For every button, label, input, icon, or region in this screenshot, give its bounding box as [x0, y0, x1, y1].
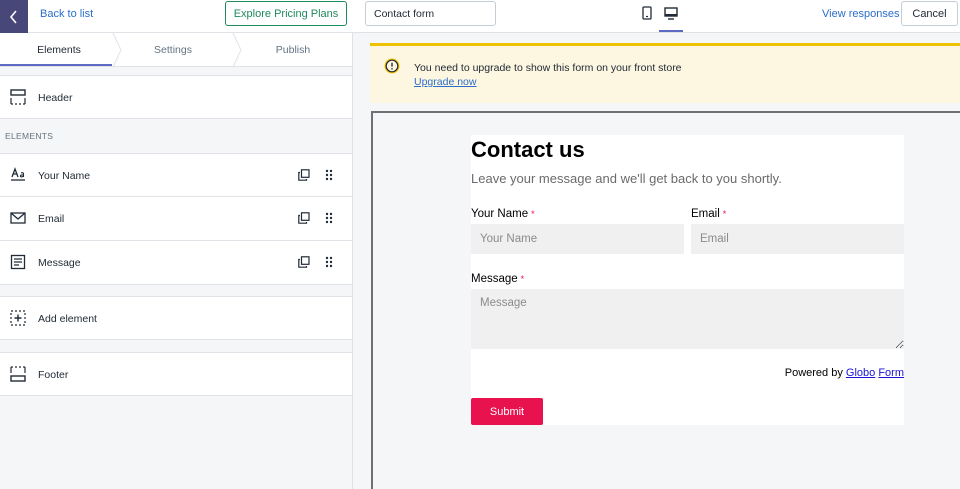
tab-settings[interactable]: Settings — [114, 33, 232, 67]
tab-publish[interactable]: Publish — [234, 33, 352, 67]
form-title-input[interactable] — [365, 1, 496, 26]
required-asterisk: * — [531, 209, 535, 219]
back-to-list-link[interactable]: Back to list — [40, 7, 93, 21]
left-panel: Elements Settings Publish Header ELEMENT… — [0, 33, 353, 489]
sidebar-item-your-name[interactable]: Your Name — [0, 153, 352, 197]
message-field-label: Message * — [471, 273, 525, 285]
required-asterisk: * — [520, 274, 525, 284]
required-asterisk: * — [722, 209, 727, 219]
top-bar: Back to list Explore Pricing Plans View … — [0, 0, 960, 33]
builder-tabs: Elements Settings Publish — [0, 33, 352, 67]
sidebar-item-label: Your Name — [38, 170, 91, 182]
drag-handle-icon[interactable] — [324, 255, 334, 269]
add-element-button[interactable]: Add element — [0, 296, 352, 340]
footer-layout-icon — [10, 366, 26, 382]
globo-link[interactable]: Globo — [846, 367, 875, 379]
text-field-icon — [10, 167, 26, 183]
active-tab-indicator — [0, 64, 112, 66]
upgrade-now-link[interactable]: Upgrade now — [414, 75, 476, 89]
paragraph-icon — [10, 254, 26, 270]
header-layout-icon — [10, 89, 26, 105]
sidebar-item-label: Header — [38, 92, 73, 104]
sidebar-item-message[interactable]: Message — [0, 241, 352, 285]
sidebar-item-label: Email — [38, 213, 65, 225]
chevron-left-icon — [9, 9, 17, 24]
duplicate-icon[interactable] — [298, 256, 310, 268]
duplicate-icon[interactable] — [298, 169, 310, 181]
warning-icon — [384, 58, 400, 74]
duplicate-icon[interactable] — [298, 212, 310, 224]
name-field-label: Your Name * — [471, 208, 535, 220]
email-input[interactable] — [691, 224, 904, 254]
powered-by: Powered by Globo Form — [784, 367, 904, 379]
desktop-preview-button[interactable] — [663, 5, 679, 21]
drag-handle-icon[interactable] — [324, 211, 334, 225]
form-link[interactable]: Form — [878, 367, 904, 379]
active-device-indicator — [659, 30, 683, 32]
submit-button[interactable]: Submit — [471, 398, 543, 425]
add-element-icon — [10, 310, 26, 326]
sidebar-item-label: Footer — [38, 369, 69, 381]
sidebar-item-label: Message — [38, 257, 81, 269]
tab-elements[interactable]: Elements — [0, 33, 118, 67]
add-element-label: Add element — [38, 313, 97, 325]
sidebar-item-email[interactable]: Email — [0, 197, 352, 241]
mobile-preview-button[interactable] — [639, 5, 655, 21]
message-textarea[interactable] — [471, 289, 904, 349]
explore-pricing-button[interactable]: Explore Pricing Plans — [225, 1, 347, 26]
form-subheading: Leave your message and we'll get back to… — [471, 171, 782, 186]
email-field-label: Email * — [691, 208, 727, 220]
cancel-button[interactable]: Cancel — [901, 1, 958, 26]
mobile-device-icon — [642, 6, 652, 20]
envelope-icon — [10, 210, 26, 226]
back-button[interactable] — [0, 0, 28, 33]
contact-form-preview: Contact us Leave your message and we'll … — [471, 135, 904, 425]
elements-section-label: ELEMENTS — [5, 131, 54, 141]
desktop-device-icon — [664, 6, 678, 20]
sidebar-item-header[interactable]: Header — [0, 75, 352, 119]
banner-message: You need to upgrade to show this form on… — [414, 62, 682, 74]
form-heading: Contact us — [471, 137, 585, 162]
upgrade-banner: You need to upgrade to show this form on… — [370, 43, 960, 103]
view-responses-link[interactable]: View responses — [822, 7, 899, 21]
sidebar-item-footer[interactable]: Footer — [0, 352, 352, 396]
drag-handle-icon[interactable] — [324, 168, 334, 182]
name-input[interactable] — [471, 224, 684, 254]
